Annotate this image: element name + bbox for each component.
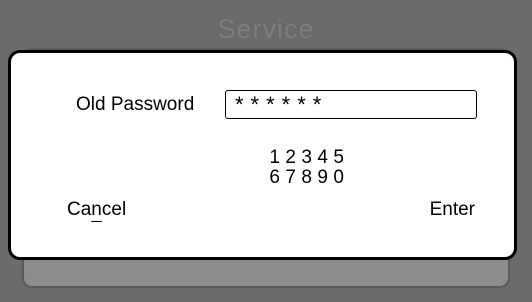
keypad-row-2: 67890 [235,148,355,208]
old-password-label: Old Password [76,94,195,115]
keypad-digit-6[interactable]: 6 [267,168,283,188]
password-dialog: Old Password ****** 12345 67890 Cancel E… [8,50,517,260]
cancel-button[interactable]: Cancel [67,199,126,221]
cancel-label-part1: Ca [67,199,92,220]
keypad-digit-7[interactable]: 7 [283,168,299,188]
cancel-label-part2: cel [101,199,127,220]
screen-title: Service [217,14,315,44]
keypad-digit-0[interactable]: 0 [331,168,347,188]
keypad-digit-8[interactable]: 8 [299,168,315,188]
password-masked-value: ****** [235,92,329,117]
service-screen: Service Old Password ****** 12345 67890 … [0,0,532,302]
cancel-label-hotkey: n [91,199,102,220]
enter-button[interactable]: Enter [430,199,475,221]
keypad-digit-9[interactable]: 9 [315,168,331,188]
old-password-input[interactable]: ****** [225,90,477,119]
